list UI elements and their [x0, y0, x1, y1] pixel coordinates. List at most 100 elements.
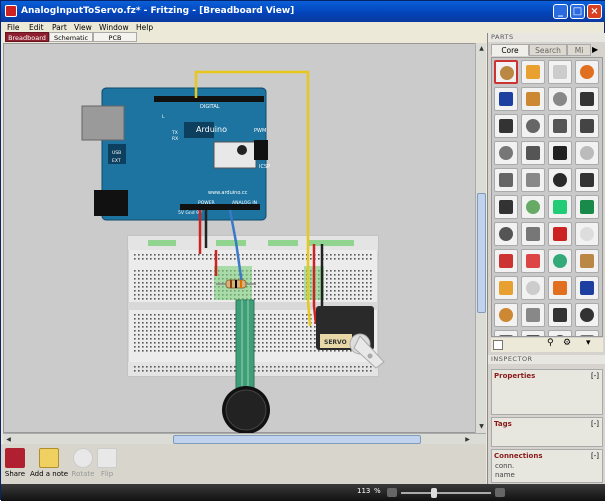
- part-bin-item[interactable]: [548, 303, 572, 327]
- horizontal-scrollbar[interactable]: ◀ ▶: [3, 433, 486, 444]
- part-bin-item[interactable]: [521, 168, 545, 192]
- part-bin-item[interactable]: [575, 60, 599, 84]
- menu-part[interactable]: Part: [52, 23, 67, 32]
- part-bin-item[interactable]: [575, 276, 599, 300]
- part-bin-item[interactable]: [521, 222, 545, 246]
- tab-pcb[interactable]: PCB: [93, 32, 137, 42]
- scroll-right-arrow[interactable]: ▶: [463, 435, 472, 444]
- minimize-button[interactable]: _: [553, 4, 568, 19]
- part-bin-item[interactable]: [575, 330, 599, 336]
- properties-section[interactable]: Properties [-]: [491, 369, 603, 415]
- scroll-left-arrow[interactable]: ◀: [4, 435, 13, 444]
- menu-window[interactable]: Window: [99, 23, 129, 32]
- vertical-scroll-thumb[interactable]: [477, 193, 486, 313]
- part-bin-item[interactable]: [548, 222, 572, 246]
- tabs-scroll-arrow[interactable]: ▶: [592, 45, 598, 54]
- part-bin-item[interactable]: [521, 276, 545, 300]
- part-bin-item[interactable]: [548, 276, 572, 300]
- part-bin-item[interactable]: [521, 114, 545, 138]
- rotate-label: Rotate: [71, 470, 95, 478]
- part-icon: [526, 119, 540, 133]
- part-bin-item[interactable]: [521, 303, 545, 327]
- part-bin-item[interactable]: [494, 195, 518, 219]
- close-button[interactable]: ×: [587, 4, 602, 19]
- zoom-slider-handle[interactable]: [431, 488, 437, 498]
- part-bin-item[interactable]: [494, 60, 518, 84]
- zoom-in-icon[interactable]: [495, 488, 505, 497]
- part-bin-item[interactable]: [494, 303, 518, 327]
- share-button[interactable]: Share: [4, 448, 26, 478]
- part-bin-item[interactable]: [494, 87, 518, 111]
- maximize-button[interactable]: □: [570, 4, 585, 19]
- inspector-header: INSPECTOR: [488, 355, 605, 364]
- part-bin-item[interactable]: [521, 87, 545, 111]
- tab-schematic[interactable]: Schematic: [49, 32, 93, 42]
- part-icon: [580, 119, 594, 133]
- part-bin-item[interactable]: [494, 249, 518, 273]
- part-bin-item[interactable]: [494, 168, 518, 192]
- add-note-button[interactable]: Add a note: [29, 448, 69, 478]
- part-bin-item[interactable]: [548, 141, 572, 165]
- part-bin-item[interactable]: [494, 330, 518, 336]
- zoom-slider[interactable]: [401, 492, 491, 494]
- analog-label: ANALOG IN: [232, 200, 257, 206]
- menu-help[interactable]: Help: [136, 23, 153, 32]
- bin-menu-icon[interactable]: ▾: [586, 338, 591, 348]
- settings-icon[interactable]: ⚙: [563, 338, 571, 348]
- part-bin-item[interactable]: [548, 114, 572, 138]
- scroll-down-arrow[interactable]: ▼: [477, 422, 486, 431]
- part-bin-item[interactable]: [494, 114, 518, 138]
- tab-mine[interactable]: Mi: [567, 44, 591, 56]
- properties-toggle[interactable]: [-]: [591, 372, 599, 380]
- part-bin-item[interactable]: [521, 195, 545, 219]
- vertical-scrollbar[interactable]: ▲ ▼: [475, 43, 486, 433]
- bottom-toolbar: Share Add a note Rotate Flip: [1, 444, 486, 484]
- part-bin-item[interactable]: [548, 168, 572, 192]
- part-icon: [526, 65, 540, 79]
- part-icon: [499, 173, 513, 187]
- connections-section[interactable]: Connections [-] conn. name: [491, 449, 603, 483]
- rotate-button[interactable]: Rotate: [71, 448, 95, 478]
- part-bin-item[interactable]: [548, 87, 572, 111]
- search-icon[interactable]: ⚲: [547, 338, 554, 348]
- part-bin-item[interactable]: [575, 195, 599, 219]
- tab-core[interactable]: Core: [491, 44, 529, 56]
- part-bin-item[interactable]: [575, 222, 599, 246]
- tab-search[interactable]: Search: [529, 44, 567, 56]
- part-bin-item[interactable]: [521, 60, 545, 84]
- part-bin-item[interactable]: [548, 195, 572, 219]
- menu-edit[interactable]: Edit: [29, 23, 44, 32]
- menu-view[interactable]: View: [74, 23, 92, 32]
- part-bin-item[interactable]: [548, 60, 572, 84]
- part-bin-item[interactable]: [494, 276, 518, 300]
- tags-toggle[interactable]: [-]: [591, 420, 599, 428]
- part-bin-item[interactable]: [575, 168, 599, 192]
- part-bin-item[interactable]: [575, 141, 599, 165]
- part-bin-item[interactable]: [575, 249, 599, 273]
- connections-toggle[interactable]: [-]: [591, 452, 599, 460]
- view-tabs: Breadboard Schematic PCB: [5, 32, 145, 43]
- part-icon: [526, 92, 540, 106]
- breadboard-canvas[interactable]: Arduino DIGITAL PWM ICSP www.arduino.cc …: [3, 43, 477, 434]
- part-bin-item[interactable]: [575, 87, 599, 111]
- reset-button: [213, 141, 257, 169]
- menu-file[interactable]: File: [7, 23, 20, 32]
- part-bin-item[interactable]: [575, 114, 599, 138]
- properties-title: Properties: [494, 372, 536, 380]
- tab-breadboard[interactable]: Breadboard: [5, 32, 49, 42]
- part-bin-item[interactable]: [494, 222, 518, 246]
- part-bin-item[interactable]: [575, 303, 599, 327]
- part-bin-item[interactable]: [494, 141, 518, 165]
- horizontal-scroll-thumb[interactable]: [173, 435, 421, 444]
- part-bin-item[interactable]: [548, 330, 572, 336]
- zoom-out-icon[interactable]: [387, 488, 397, 497]
- part-bin-item[interactable]: [521, 330, 545, 336]
- grid-view-icon[interactable]: [493, 340, 503, 350]
- part-bin-item[interactable]: [521, 249, 545, 273]
- part-bin-item[interactable]: [548, 249, 572, 273]
- part-bin-item[interactable]: [521, 141, 545, 165]
- scroll-up-arrow[interactable]: ▲: [477, 44, 486, 53]
- flip-button[interactable]: Flip: [97, 448, 117, 478]
- part-icon: [580, 173, 594, 187]
- tags-section[interactable]: Tags [-]: [491, 417, 603, 447]
